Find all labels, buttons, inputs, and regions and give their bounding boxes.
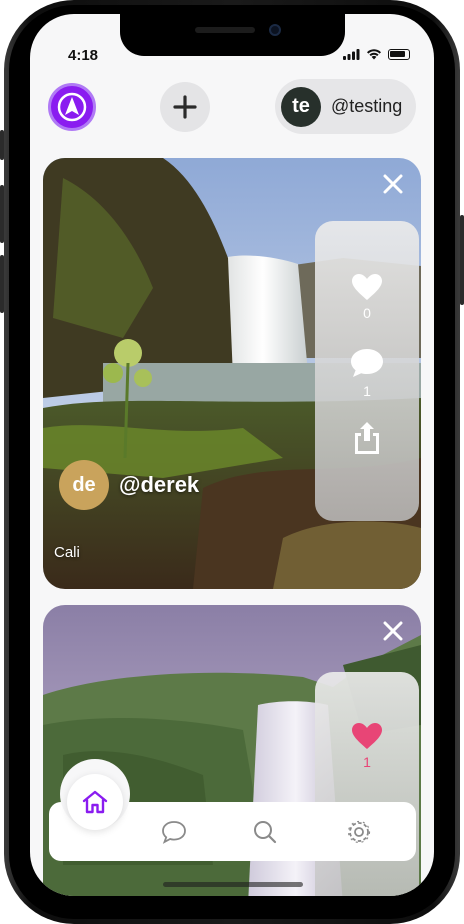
- volume-down-button: [0, 255, 4, 313]
- app-screen: 4:18 te @testing 0 1 de @derek Cali 1: [30, 14, 434, 896]
- compass-arrow-icon: [57, 92, 87, 122]
- volume-up-button: [0, 185, 4, 243]
- add-post-button[interactable]: [160, 82, 210, 132]
- home-icon: [82, 790, 108, 814]
- comment-icon: [351, 349, 383, 377]
- plus-icon: [173, 95, 197, 119]
- wifi-icon: [367, 49, 381, 60]
- home-indicator[interactable]: [163, 882, 303, 887]
- heart-icon: [352, 723, 382, 749]
- comment-button[interactable]: 1: [349, 347, 385, 399]
- gear-icon[interactable]: [346, 819, 372, 845]
- search-icon[interactable]: [252, 819, 278, 845]
- app-logo-button[interactable]: [48, 83, 96, 131]
- close-icon[interactable]: [381, 172, 405, 196]
- post-card[interactable]: 0 1 de @derek Cali: [43, 158, 421, 589]
- profile-handle: @testing: [331, 96, 403, 116]
- post-author[interactable]: de @derek: [59, 460, 199, 510]
- front-camera: [269, 24, 281, 36]
- heart-icon: [352, 274, 382, 300]
- like-count: 1: [363, 754, 371, 770]
- power-button: [460, 215, 464, 305]
- post-action-panel: 0 1: [315, 221, 419, 521]
- notch: [120, 14, 345, 56]
- earpiece: [195, 27, 255, 33]
- like-button[interactable]: 1: [351, 722, 383, 770]
- profile-button[interactable]: te @testing: [275, 79, 416, 134]
- home-button[interactable]: [67, 774, 123, 830]
- status-icons: [343, 48, 410, 60]
- share-icon: [355, 422, 379, 454]
- post-location: Cali: [54, 544, 80, 561]
- author-handle: @derek: [119, 472, 200, 497]
- profile-avatar: te: [281, 86, 321, 127]
- status-time: 4:18: [68, 47, 99, 64]
- post-action-panel: 1: [315, 672, 419, 896]
- chat-icon[interactable]: [161, 819, 187, 845]
- like-count: 0: [363, 305, 371, 321]
- signal-icon: [343, 48, 360, 60]
- close-icon[interactable]: [381, 619, 405, 643]
- battery-icon: [388, 48, 410, 60]
- like-button[interactable]: 0: [351, 273, 383, 321]
- comment-count: 1: [363, 383, 371, 399]
- author-avatar: de: [59, 460, 109, 510]
- share-button[interactable]: [353, 421, 381, 455]
- mute-switch: [0, 130, 4, 160]
